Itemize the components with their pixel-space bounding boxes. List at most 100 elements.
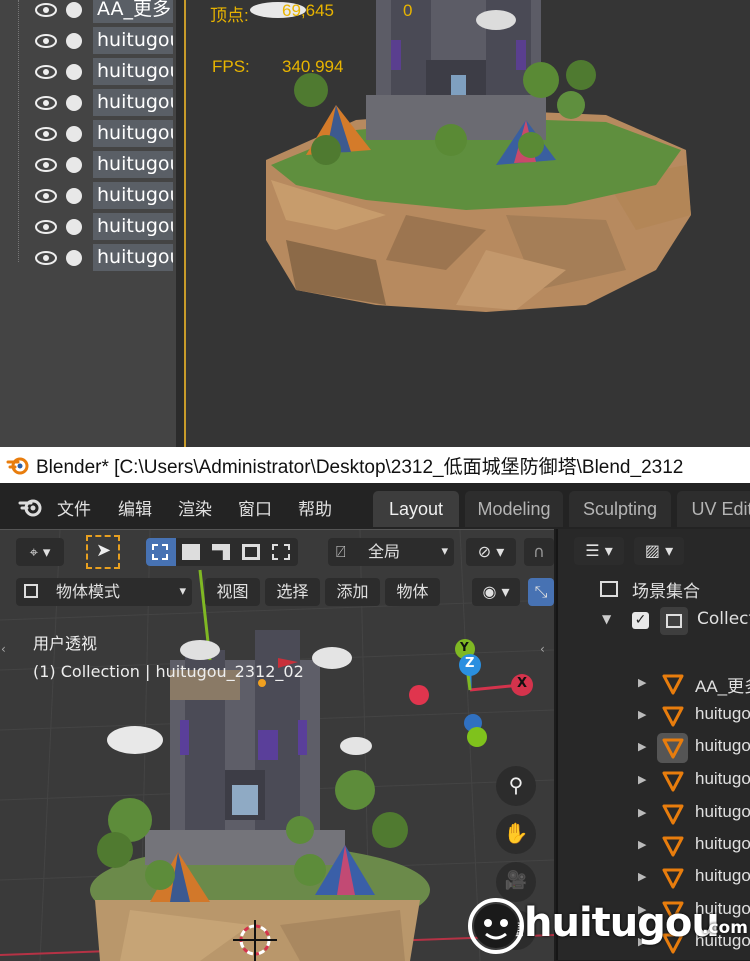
tab-modeling[interactable]: Modeling <box>465 491 563 527</box>
render-dot-icon[interactable] <box>66 2 82 18</box>
menu-window[interactable]: 窗口 <box>238 495 272 520</box>
outliner-object-row[interactable]: ▶ huitugou <box>556 798 750 830</box>
outliner-object-row[interactable]: ▶ huitugou <box>556 700 750 732</box>
outliner-object-row[interactable]: ▶ AA_更多 <box>556 668 750 700</box>
render-dot-icon[interactable] <box>66 64 82 80</box>
eye-icon[interactable] <box>35 34 57 48</box>
object-name: huitugou <box>695 802 750 821</box>
outliner-object-row[interactable]: ▶ huitugou <box>556 862 750 894</box>
expand-arrow-icon[interactable]: ▶ <box>638 773 646 786</box>
menu-add[interactable]: 添加 <box>325 578 380 606</box>
tab-uv-editing[interactable]: UV Edit <box>677 491 750 527</box>
render-dot-icon[interactable] <box>66 157 82 173</box>
render-dot-icon[interactable] <box>66 250 82 266</box>
display-mode-dropdown[interactable]: ▨ ▾ <box>634 537 684 565</box>
scene-item-name[interactable]: huitugou <box>93 89 173 116</box>
outliner-object-row[interactable]: ▶ huitugou <box>556 765 750 797</box>
scene-item-name[interactable]: huitugou <box>93 58 173 85</box>
outliner-editor-type[interactable]: ☰ ▾ <box>574 537 624 565</box>
scene-item[interactable]: AA_更多 <box>0 0 176 25</box>
blender-logo-icon <box>6 457 29 475</box>
eye-icon[interactable] <box>35 96 57 110</box>
orientation-icon: ⍁ <box>336 542 346 561</box>
pan-button[interactable]: ✋ <box>496 814 536 854</box>
menu-render[interactable]: 渲染 <box>178 495 212 520</box>
scene-item[interactable]: huitugou <box>0 87 176 118</box>
scene-item[interactable]: huitugou <box>0 211 176 242</box>
eye-icon[interactable] <box>35 127 57 141</box>
render-dot-icon[interactable] <box>66 126 82 142</box>
render-dot-icon[interactable] <box>66 33 82 49</box>
expand-arrow-icon[interactable]: ▶ <box>638 676 646 689</box>
tab-layout[interactable]: Layout <box>373 491 459 527</box>
scene-item[interactable]: huitugou <box>0 25 176 56</box>
tab-sculpting[interactable]: Sculpting <box>569 491 671 527</box>
editor-type-dropdown[interactable]: ⌖ ▾ <box>16 538 64 566</box>
scene-item-name[interactable]: AA_更多 <box>93 0 173 23</box>
outliner-scene-collection[interactable]: 场景集合 <box>558 573 750 605</box>
outliner-collection[interactable]: ▼ ✓ Collection <box>558 605 750 637</box>
eye-icon[interactable] <box>35 220 57 234</box>
watermark-text: huitugou <box>524 900 720 946</box>
expand-arrow-icon[interactable]: ▶ <box>638 740 646 753</box>
gizmo-icon: ⤡ <box>534 582 548 601</box>
mesh-triangle-icon <box>662 868 684 889</box>
select-tool[interactable]: ➤ <box>86 535 120 569</box>
expand-arrow-icon[interactable]: ▶ <box>638 708 646 721</box>
scene-item-name[interactable]: huitugou <box>93 213 173 240</box>
scene-item[interactable]: huitugou <box>0 149 176 180</box>
blender-menu-icon[interactable] <box>18 496 44 518</box>
snap-toggle[interactable]: ∩ <box>524 538 554 566</box>
gizmo-toggle[interactable]: ⤡ <box>528 578 554 606</box>
expand-arrow-icon[interactable]: ▶ <box>638 838 646 851</box>
outliner-object-row[interactable]: ▶ huitugou <box>556 830 750 862</box>
scene-item[interactable]: huitugou <box>0 242 176 273</box>
scene-item-name[interactable]: huitugou <box>93 27 173 54</box>
menu-select[interactable]: 选择 <box>265 578 320 606</box>
select-subtract-icon[interactable] <box>212 544 230 560</box>
menu-file[interactable]: 文件 <box>57 495 91 520</box>
expand-arrow-icon[interactable]: ▼ <box>602 612 611 626</box>
viewport-visibility-dropdown[interactable]: ◉ ▾ <box>472 578 520 606</box>
menu-object[interactable]: 物体 <box>385 578 440 606</box>
scene-item[interactable]: huitugou <box>0 118 176 149</box>
expand-arrow-icon[interactable]: ▶ <box>638 806 646 819</box>
top-3d-viewport[interactable]: 顶点: 69,645 0 FPS: 340.994 <box>184 0 750 447</box>
select-extend-icon[interactable] <box>182 544 200 560</box>
eye-icon[interactable] <box>35 158 57 172</box>
axis-z-label: Z <box>465 656 475 671</box>
transform-orientation-dropdown[interactable]: ⍁ 全局 ▾ <box>328 538 454 566</box>
mode-dropdown[interactable]: 物体模式 ▾ <box>16 578 192 606</box>
render-dot-icon[interactable] <box>66 95 82 111</box>
zoom-button[interactable]: ⚲ <box>496 766 536 806</box>
select-invert-icon[interactable] <box>242 544 260 560</box>
eye-icon[interactable] <box>35 65 57 79</box>
scene-item[interactable]: huitugou <box>0 56 176 87</box>
watermark: huitugou .com <box>466 896 750 958</box>
eye-icon[interactable] <box>35 189 57 203</box>
eye-icon[interactable] <box>35 251 57 265</box>
checkbox-icon[interactable]: ✓ <box>632 612 649 629</box>
menu-edit[interactable]: 编辑 <box>118 495 152 520</box>
collection-label: Collection <box>697 609 750 629</box>
expand-arrow-icon[interactable]: ▶ <box>638 870 646 883</box>
magnet-icon: ∩ <box>533 542 545 561</box>
scene-item-name[interactable]: huitugou <box>93 120 173 147</box>
scene-item[interactable]: huitugou <box>0 180 176 211</box>
select-new-icon[interactable] <box>146 538 176 566</box>
top-menu-bar: 文件 编辑 渲染 窗口 帮助 Layout Modeling Sculpting… <box>0 483 750 529</box>
fps-label: FPS: <box>212 57 250 76</box>
scene-item-name[interactable]: huitugou <box>93 182 173 209</box>
render-dot-icon[interactable] <box>66 219 82 235</box>
transform-pivot-dropdown[interactable]: ⊘ ▾ <box>466 538 516 566</box>
menu-view[interactable]: 视图 <box>205 578 260 606</box>
eye-icon[interactable] <box>35 3 57 17</box>
select-intersect-icon[interactable] <box>272 544 290 560</box>
scene-item-name[interactable]: huitugou <box>93 244 173 271</box>
navigation-gizmo[interactable] <box>400 635 550 755</box>
menu-help[interactable]: 帮助 <box>298 495 332 520</box>
render-dot-icon[interactable] <box>66 188 82 204</box>
outliner-object-row[interactable]: ▶ huitugou <box>556 732 750 764</box>
sidebar-toggle-left[interactable]: ‹ <box>1 642 6 656</box>
scene-item-name[interactable]: huitugou <box>93 151 173 178</box>
